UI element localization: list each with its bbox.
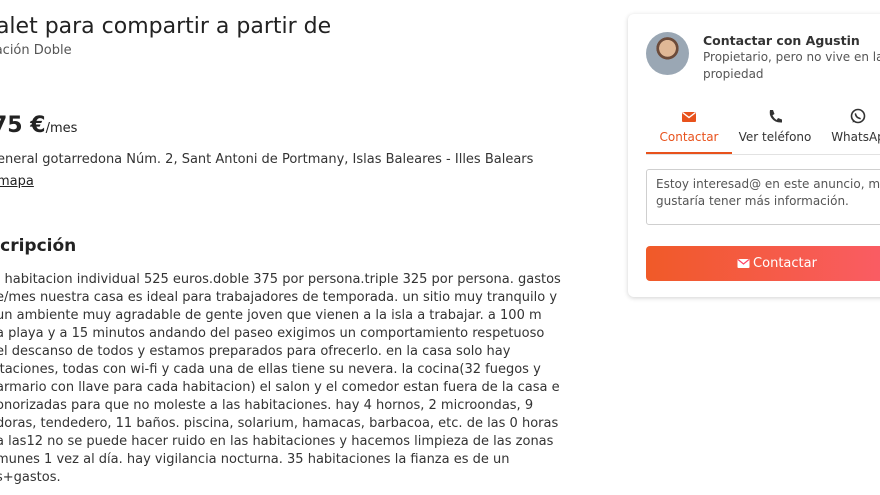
description-line: onorizadas para que no moleste a las hab… [0,398,534,413]
listing-price: 75 €/mes [0,113,77,138]
description-line: : habitacion individual 525 euros.doble … [0,272,561,287]
phone-icon [732,106,818,126]
listing-main: halet para compartir a partir de itación… [0,0,620,495]
description-line: a playa y a 15 minutos andando del paseo… [0,326,545,341]
listing-title: halet para compartir a partir de [0,14,332,39]
price-period: /mes [45,121,78,136]
description-line: s+gastos. [0,470,61,485]
description-line: el descanso de todos y estamos preparado… [0,344,511,359]
description-text: : habitacion individual 525 euros.doble … [0,271,561,487]
contact-card: Contactar con Agustin Propietario, pero … [628,14,880,297]
tab-whatsapp[interactable]: WhatsAp [818,104,880,153]
contact-submit-button[interactable]: Contactar [646,246,880,281]
tab-label: Ver teléfono [738,130,812,144]
description-line: un ambiente muy agradable de gente joven… [0,308,542,323]
price-amount: 75 € [0,113,46,138]
listing-address: eneral gotarredona Núm. 2, Sant Antoni d… [0,152,534,167]
tab-ver-telefono[interactable]: Ver teléfono [732,104,818,153]
tab-contactar[interactable]: Contactar [646,104,732,154]
contact-name: Contactar con Agustin [703,33,860,48]
description-line: armario con llave para cada habitacion) … [0,380,560,395]
contact-button-label: Contactar [753,256,817,271]
description-heading: scripción [0,236,77,256]
contact-tabs: Contactar Ver teléfono WhatsAp [646,104,880,155]
description-line: e/mes nuestra casa es ideal para trabaja… [0,290,558,305]
contact-role: Propietario, pero no vive en la propieda… [703,50,880,81]
whatsapp-icon [818,106,880,126]
envelope-icon [646,106,732,126]
description-line: munes 1 vez al día. hay vigilancia noctu… [0,452,510,467]
avatar [646,32,689,75]
message-textarea[interactable]: Estoy interesad@ en este anuncio, me gus… [646,169,880,225]
listing-subtitle: itación Doble [0,43,72,58]
description-line: doras, tendedero, 11 baños. piscina, sol… [0,416,559,431]
view-map-link[interactable]: mapa [0,174,34,189]
description-line: itaciones, todas con wi-fi y cada una de… [0,362,541,377]
tab-label: WhatsAp [831,130,880,144]
envelope-icon [737,259,750,268]
tab-label: Contactar [659,130,719,144]
description-line: a las12 no se puede hacer ruido en las h… [0,434,554,449]
